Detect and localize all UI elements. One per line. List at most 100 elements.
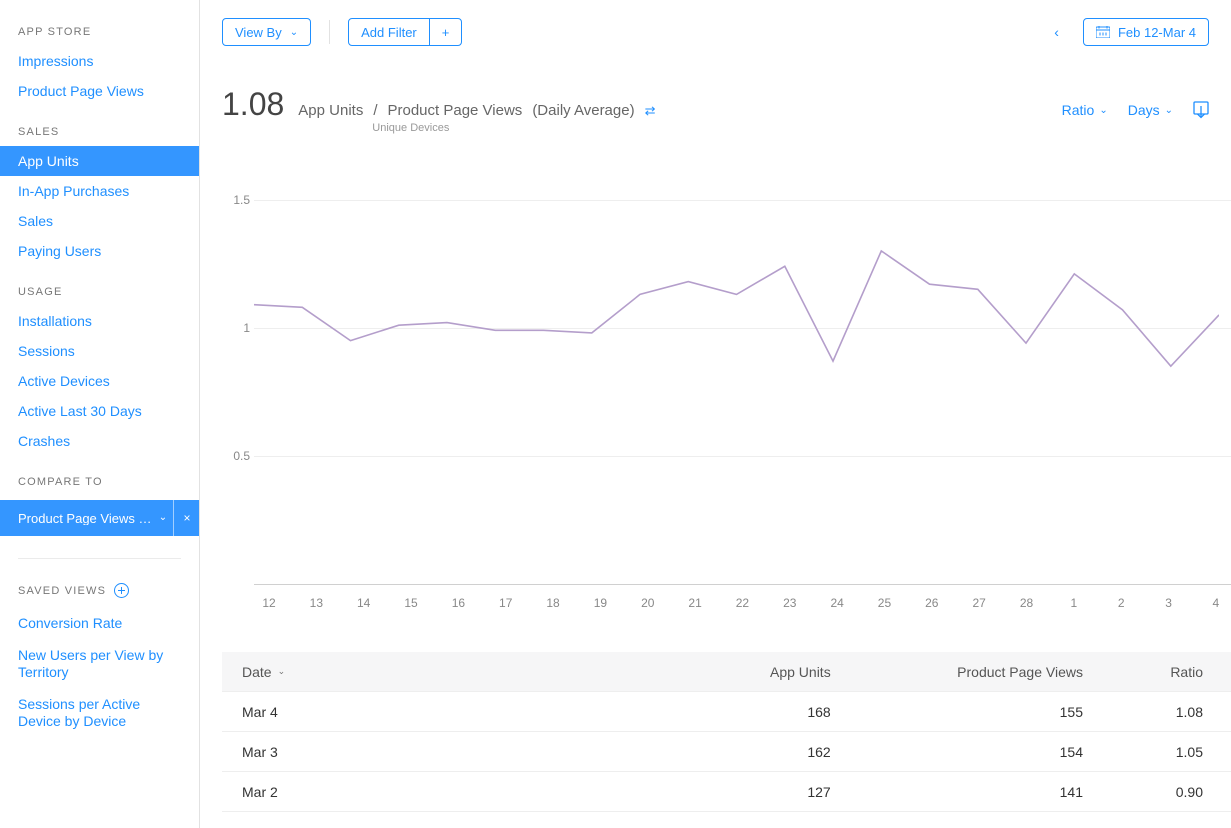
sidebar-item-paying-users[interactable]: Paying Users [0,236,199,266]
sidebar-item-app-units[interactable]: App Units [0,146,199,176]
sidebar-item-impressions[interactable]: Impressions [0,46,199,76]
unique-devices-label: Unique Devices [298,122,655,134]
ratio-control-label: Ratio [1062,102,1095,118]
table-row: Mar 31621541.05 [222,732,1231,772]
column-header-app-units[interactable]: App Units [584,664,836,680]
y-axis-tick: 1 [224,321,250,335]
chevron-down-icon: ⌄ [290,27,298,38]
table-row: Mar 21271410.90 [222,772,1231,812]
cell-app-units: 168 [584,704,836,720]
chevron-down-icon: ⌄ [1165,105,1173,116]
sidebar-item-crashes[interactable]: Crashes [0,426,199,456]
x-axis-tick: 2 [1106,596,1136,614]
x-axis: 12131415161718192021222324252627281234 [254,596,1231,614]
summary-row: 1.08 App Units / Product Page Views (Dai… [222,86,1231,134]
swap-icon[interactable]: ⇄ [645,104,656,117]
x-axis-tick: 23 [775,596,805,614]
days-control-label: Days [1128,102,1160,118]
cell-date: Mar 3 [236,744,584,760]
compare-select[interactable]: Product Page Views … ⌄ × [0,500,199,536]
column-header-ratio[interactable]: Ratio [1089,664,1209,680]
export-icon[interactable] [1193,101,1209,119]
x-axis-tick: 16 [443,596,473,614]
sidebar-heading-usage: USAGE [0,278,199,306]
sort-descending-icon: ⌄ [278,666,286,677]
x-axis-tick: 1 [1059,596,1089,614]
table-header-row: Date ⌄ App Units Product Page Views Rati… [222,652,1231,692]
sidebar-heading-sales: SALES [0,118,199,146]
data-table: Date ⌄ App Units Product Page Views Rati… [222,652,1231,812]
x-axis-tick: 4 [1201,596,1231,614]
sidebar-item-product-page-views[interactable]: Product Page Views [0,76,199,106]
x-axis-tick: 22 [727,596,757,614]
x-axis-tick: 26 [917,596,947,614]
cell-ratio: 0.90 [1089,784,1209,800]
add-saved-view-icon[interactable] [114,583,129,598]
saved-view-new-users[interactable]: New Users per View by Territory [0,640,199,689]
ratio-control[interactable]: Ratio ⌄ [1062,102,1108,118]
saved-views-label: SAVED VIEWS [18,585,106,597]
metric-suffix: (Daily Average) [532,103,634,118]
chevron-down-icon: ⌄ [1099,105,1107,116]
cell-ratio: 1.05 [1089,744,1209,760]
sidebar-item-sales[interactable]: Sales [0,206,199,236]
x-axis-tick: 3 [1154,596,1184,614]
cell-ratio: 1.08 [1089,704,1209,720]
cell-product-page-views: 154 [837,744,1089,760]
cell-date: Mar 4 [236,704,584,720]
view-by-label: View By [235,25,282,40]
sidebar-item-installations[interactable]: Installations [0,306,199,336]
x-axis-tick: 20 [633,596,663,614]
x-axis-tick: 25 [869,596,899,614]
cell-date: Mar 2 [236,784,584,800]
column-header-date-label: Date [242,664,272,680]
y-axis-tick: 0.5 [224,449,250,463]
sidebar: APP STORE Impressions Product Page Views… [0,0,200,828]
y-axis-tick: 1.5 [224,193,250,207]
chart: 0.511.5121314151617181920212223242526272… [222,174,1231,614]
date-range-label: Feb 12-Mar 4 [1118,25,1196,40]
cell-product-page-views: 155 [837,704,1089,720]
x-axis-tick: 28 [1012,596,1042,614]
x-axis-tick: 17 [491,596,521,614]
date-range-button[interactable]: Feb 12-Mar 4 [1083,18,1209,46]
metric-sep: / [373,103,377,118]
column-header-product-page-views[interactable]: Product Page Views [837,664,1089,680]
x-axis-tick: 12 [254,596,284,614]
saved-view-conversion-rate[interactable]: Conversion Rate [0,608,199,640]
chart-line [254,174,1219,584]
main: View By ⌄ Add Filter + ‹ Feb 12-Mar 4 1.… [200,0,1231,828]
divider [173,500,174,536]
chevron-down-icon: ⌄ [154,513,172,523]
cell-product-page-views: 141 [837,784,1089,800]
previous-range-button[interactable]: ‹ [1048,24,1065,40]
sidebar-item-active-devices[interactable]: Active Devices [0,366,199,396]
add-filter-plus-button[interactable]: + [430,19,462,45]
sidebar-heading-saved: SAVED VIEWS [0,559,199,608]
x-axis-tick: 24 [822,596,852,614]
days-control[interactable]: Days ⌄ [1128,102,1173,118]
column-header-date[interactable]: Date ⌄ [236,664,584,680]
x-axis-tick: 18 [538,596,568,614]
sidebar-item-sessions[interactable]: Sessions [0,336,199,366]
add-filter-button[interactable]: Add Filter [349,19,430,45]
sidebar-item-active-last-30-days[interactable]: Active Last 30 Days [0,396,199,426]
x-axis-line [254,584,1231,585]
sidebar-heading-appstore: APP STORE [0,18,199,46]
x-axis-tick: 27 [964,596,994,614]
metric-a: App Units [298,103,363,118]
add-filter-group: Add Filter + [348,18,462,46]
saved-view-sessions-per-device[interactable]: Sessions per Active Device by Device [0,689,199,738]
sidebar-item-in-app-purchases[interactable]: In-App Purchases [0,176,199,206]
x-axis-tick: 13 [301,596,331,614]
cell-app-units: 162 [584,744,836,760]
compare-select-label: Product Page Views … [18,512,154,525]
metric-b: Product Page Views [388,103,523,118]
x-axis-tick: 14 [349,596,379,614]
view-by-button[interactable]: View By ⌄ [222,18,311,46]
close-icon[interactable]: × [175,512,199,524]
x-axis-tick: 19 [585,596,615,614]
divider [329,20,330,44]
cell-app-units: 127 [584,784,836,800]
calendar-icon [1096,26,1110,38]
